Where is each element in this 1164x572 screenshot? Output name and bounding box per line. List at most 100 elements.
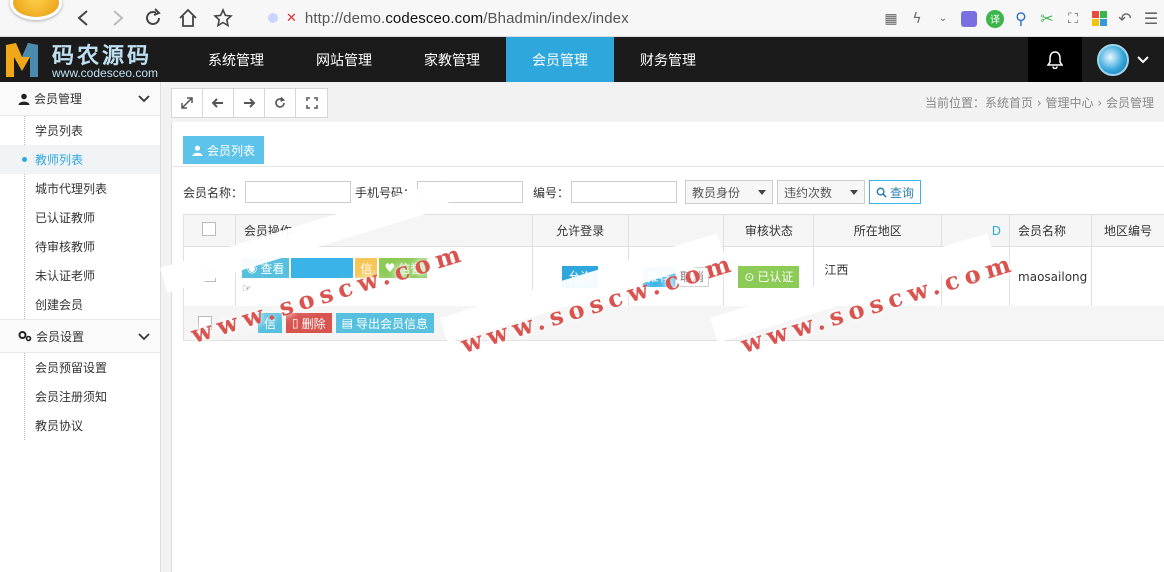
- sidebar-item-registration-notice[interactable]: 会员注册须知: [0, 382, 160, 411]
- row-select-cell: [183, 246, 236, 307]
- credit-label: 信誉: [398, 261, 423, 276]
- search-icon[interactable]: ⚲: [1008, 8, 1034, 30]
- tab-label: 会员列表: [207, 143, 256, 158]
- nav-members[interactable]: 会员管理: [506, 37, 614, 82]
- export-button[interactable]: ▤ 导出会员信息: [335, 313, 434, 333]
- scissors-icon[interactable]: ✂: [1034, 8, 1060, 30]
- bulk-message-button[interactable]: 信: [258, 313, 283, 333]
- sidebar: 会员管理 学员列表 教师列表 城市代理列表 已认证教师 待审核教师 未认证老师 …: [0, 82, 161, 572]
- sidebar-item-reserved-settings[interactable]: 会员预留设置: [0, 353, 160, 382]
- chevron-down-icon: [1137, 55, 1149, 63]
- phone-input[interactable]: [417, 181, 524, 203]
- divider: [172, 166, 1164, 167]
- sidebar-item-teacher-agreement[interactable]: 教员协议: [0, 411, 160, 440]
- sidebar-item-pending-teachers[interactable]: 待审核教师: [0, 232, 160, 261]
- name-label: 会员名称：: [183, 185, 244, 200]
- breadcrumb: 当前位置：系统首页 › 管理中心 › 会员管理: [925, 94, 1154, 111]
- site-logo[interactable]: 码农源码 www.codesceo.com: [0, 37, 180, 82]
- sidebar-list: 学员列表 教师列表 城市代理列表 已认证教师 待审核教师 未认证老师 创建会员: [0, 116, 160, 319]
- table-footer-actions: 信 ▯ 删除 ▤ 导出会员信息: [183, 306, 1164, 341]
- header-member-name: 会员名称: [1009, 214, 1093, 247]
- address-bar[interactable]: ✕ http://demo.codesceo.com/Bhadmin/index…: [268, 6, 629, 30]
- credit-button[interactable]: ♥ 信誉: [379, 258, 428, 278]
- row-region-code: [1091, 246, 1164, 307]
- breadcrumb-prefix: 当前位置：: [925, 96, 986, 110]
- lightning-icon[interactable]: ϟ: [904, 8, 930, 30]
- breadcrumb-home[interactable]: 系统首页: [985, 96, 1033, 110]
- query-label: 查询: [890, 185, 915, 200]
- sidebar-group-title: 会员管理: [34, 92, 83, 106]
- home-icon[interactable]: [177, 7, 199, 29]
- number-input[interactable]: [571, 181, 678, 203]
- view-button[interactable]: ◉ 查看: [241, 258, 290, 278]
- back-icon[interactable]: [72, 7, 94, 29]
- menu-icon[interactable]: ☰: [1138, 8, 1164, 30]
- header-operations: 会员操作: [234, 214, 533, 247]
- fullscreen-icon[interactable]: [296, 89, 327, 117]
- nav-finance[interactable]: 财务管理: [614, 37, 722, 82]
- recommend-button[interactable]: 推荐: [642, 266, 675, 287]
- apps-icon[interactable]: [1086, 8, 1112, 30]
- nav-tutoring[interactable]: 家教管理: [398, 37, 506, 82]
- nav-system[interactable]: 系统管理: [182, 37, 290, 82]
- grid-icon[interactable]: ▦: [878, 8, 904, 30]
- query-button[interactable]: 查询: [869, 180, 922, 204]
- sidebar-item-teachers[interactable]: 教师列表: [0, 145, 160, 174]
- screenshot-icon[interactable]: ⛶: [1060, 8, 1086, 30]
- sidebar-item-students[interactable]: 学员列表: [0, 116, 160, 145]
- row-checkbox[interactable]: [202, 268, 217, 282]
- member-table: 会员操作 允许登录 审核状态 所在地区 D 会员名称 地区编号 ◉ 查看 信 ♥…: [183, 214, 1164, 307]
- breadcrumb-center[interactable]: 管理中心: [1046, 96, 1094, 110]
- star-icon[interactable]: [212, 7, 234, 29]
- caret-down-icon: [758, 189, 767, 195]
- sidebar-group-header[interactable]: 会员管理: [0, 82, 160, 116]
- undo-icon[interactable]: ↶: [1112, 8, 1138, 30]
- extension-purple-icon[interactable]: [956, 8, 982, 30]
- sidebar-group-members: 会员管理 学员列表 教师列表 城市代理列表 已认证教师 待审核教师 未认证老师 …: [0, 82, 160, 319]
- table-header-row: 会员操作 允许登录 审核状态 所在地区 D 会员名称 地区编号: [183, 214, 1164, 247]
- main-content: 当前位置：系统首页 › 管理中心 › 会员管理 会员列表 会员名称： 手机号码：…: [161, 82, 1164, 572]
- content-panel: 会员列表 会员名称： 手机号码： 编号： 教员身份 违约次数 查询 会员操作 允…: [171, 122, 1164, 572]
- row-review-status: ⊙ 已认证: [723, 246, 815, 307]
- nav-website[interactable]: 网站管理: [290, 37, 398, 82]
- arrow-left-icon[interactable]: [203, 89, 234, 117]
- top-nav: 系统管理 网站管理 家教管理 会员管理 财务管理: [182, 37, 722, 82]
- gears-icon: [18, 330, 32, 342]
- heart-icon: ♥: [384, 261, 396, 275]
- page-icon: [268, 13, 278, 23]
- search-form: 会员名称： 手机号码： 编号： 教员身份 违约次数 查询: [183, 180, 922, 204]
- select-all-checkbox[interactable]: [202, 222, 217, 236]
- footer-checkbox[interactable]: [198, 316, 212, 330]
- identity-select[interactable]: 教员身份: [685, 180, 774, 204]
- cancel-recommend-button[interactable]: 取消: [675, 266, 710, 287]
- sidebar-item-create-member[interactable]: 创建会员: [0, 290, 160, 319]
- hand-icon: ☞: [241, 282, 252, 295]
- header-region: 所在地区: [813, 214, 943, 247]
- sidebar-item-verified-teachers[interactable]: 已认证教师: [0, 203, 160, 232]
- sidebar-item-city-agents[interactable]: 城市代理列表: [0, 174, 160, 203]
- refresh-icon[interactable]: [265, 89, 296, 117]
- arrow-right-icon[interactable]: [234, 89, 265, 117]
- chevron-down-icon[interactable]: ⌄: [930, 8, 956, 30]
- member-name-input[interactable]: [245, 181, 352, 203]
- forward-icon[interactable]: [107, 7, 129, 29]
- sidebar-item-unverified-teachers[interactable]: 未认证老师: [0, 261, 160, 290]
- translate-icon[interactable]: 译: [982, 8, 1008, 30]
- bulk-message-label: 信: [264, 316, 277, 331]
- violation-select[interactable]: 违约次数: [777, 180, 866, 204]
- notifications-button[interactable]: [1028, 37, 1082, 82]
- caret-down-icon: [850, 189, 859, 195]
- reload-icon[interactable]: [142, 7, 164, 29]
- search-icon: [876, 187, 887, 198]
- user-menu[interactable]: [1082, 37, 1164, 82]
- message-button[interactable]: 信: [355, 258, 378, 278]
- verified-badge[interactable]: ⊙ 已认证: [738, 265, 800, 288]
- tab-member-list[interactable]: 会员列表: [183, 136, 265, 164]
- delete-button[interactable]: ▯ 删除: [286, 313, 332, 333]
- sidebar-group-header[interactable]: 会员设置: [0, 319, 160, 353]
- expand-icon[interactable]: [172, 89, 203, 117]
- allow-login-button[interactable]: 允许: [562, 265, 599, 288]
- header-id[interactable]: D: [941, 214, 1011, 247]
- action-button[interactable]: [291, 258, 354, 278]
- table-row: ◉ 查看 信 ♥ 信誉 ☞ 允许 推荐 取消 ⊙ 已认证 江西 1 maosailong: [183, 246, 1164, 307]
